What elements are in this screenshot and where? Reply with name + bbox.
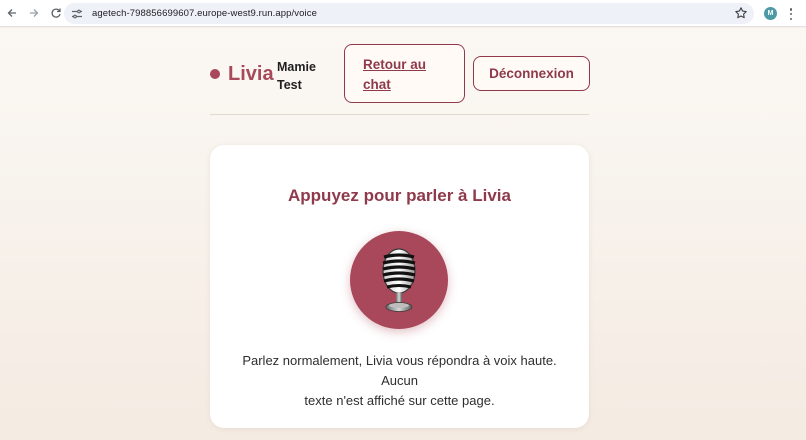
- voice-card: Appuyez pour parler à Livia Parlez norma…: [210, 145, 589, 428]
- site-settings-icon[interactable]: [70, 7, 84, 21]
- browser-toolbar: agetech-798856699607.europe-west9.run.ap…: [0, 0, 806, 27]
- card-title: Appuyez pour parler à Livia: [288, 186, 511, 205]
- user-name-line2: Test: [277, 78, 302, 92]
- brand-name: Livia: [228, 63, 274, 85]
- url-text: agetech-798856699607.europe-west9.run.ap…: [92, 8, 317, 19]
- talk-button[interactable]: [350, 231, 448, 329]
- reload-button[interactable]: [46, 3, 66, 23]
- arrow-left-icon: [7, 9, 16, 17]
- card-description-line1: Parlez normalement, Livia vous répondra …: [242, 353, 557, 388]
- brand-dot-icon: [210, 69, 220, 79]
- back-to-chat-label-line1: Retour au: [363, 57, 427, 72]
- arrow-right-icon: [30, 9, 39, 17]
- card-description-line2: texte n'est affiché sur cette page.: [304, 393, 495, 408]
- reload-icon: [51, 8, 61, 18]
- bookmark-star-icon[interactable]: [734, 6, 748, 20]
- header-divider: [210, 114, 589, 115]
- logout-button[interactable]: Déconnexion: [473, 56, 590, 91]
- user-name: Mamie Test: [277, 58, 332, 94]
- profile-avatar[interactable]: M: [764, 7, 777, 20]
- browser-menu-icon[interactable]: [787, 6, 795, 22]
- address-bar[interactable]: agetech-798856699607.europe-west9.run.ap…: [64, 3, 754, 24]
- page-header: Livia Mamie Test Retour au chat Déconnex…: [210, 44, 590, 115]
- back-to-chat-label-line2: chat: [363, 77, 391, 92]
- back-to-chat-button[interactable]: Retour au chat: [344, 44, 465, 103]
- card-description: Parlez normalement, Livia vous répondra …: [230, 351, 569, 411]
- forward-button[interactable]: [24, 3, 44, 23]
- microphone-icon: [382, 248, 416, 312]
- back-button[interactable]: [2, 3, 22, 23]
- voice-page: Livia Mamie Test Retour au chat Déconnex…: [0, 28, 806, 440]
- user-name-line1: Mamie: [277, 60, 316, 74]
